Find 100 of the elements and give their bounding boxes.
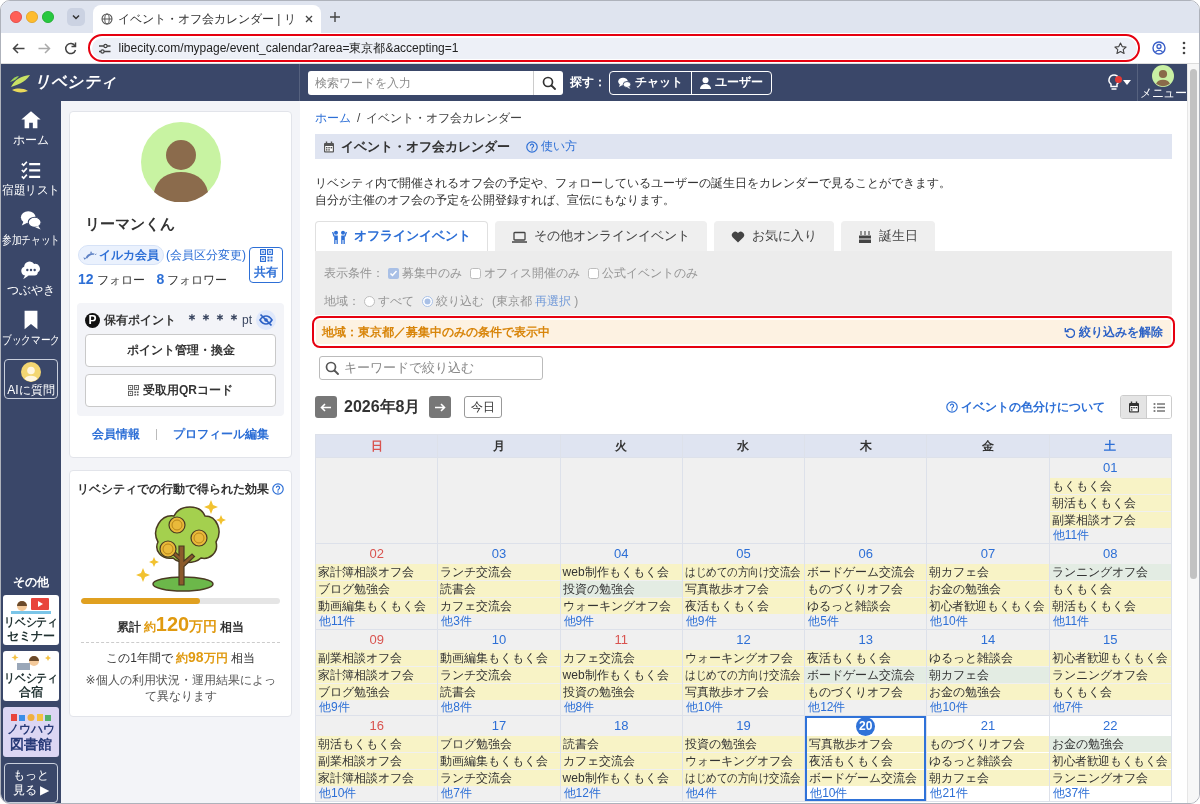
tab[interactable]: お気に入り — [714, 221, 834, 251]
ai-question-button[interactable]: AIに質問 — [4, 359, 58, 399]
more-events-link[interactable]: 他5件 — [805, 615, 927, 628]
more-events-link[interactable]: 他7件 — [1049, 701, 1171, 714]
event-item[interactable]: 朝カフェ会 — [927, 667, 1049, 683]
event-item[interactable]: 読書会 — [560, 736, 682, 752]
event-item[interactable]: ランチ交流会 — [438, 770, 560, 786]
window-close-icon[interactable] — [10, 11, 22, 23]
event-item[interactable]: カフェ交流会 — [438, 598, 560, 614]
event-item[interactable]: 投資の勉強会 — [682, 736, 805, 752]
nav-item[interactable]: 宿題リスト — [1, 157, 61, 207]
event-item[interactable]: ウォーキングオフ会 — [560, 598, 682, 614]
event-item[interactable]: 初心者歓迎もくもく会 — [1049, 650, 1171, 666]
event-item[interactable]: はじめての方向け交流会 — [682, 564, 805, 580]
prev-month-button[interactable] — [315, 396, 337, 418]
library-banner[interactable]: ノウハウ 図書館 — [3, 707, 59, 757]
user-search-button[interactable]: ユーザー — [691, 71, 771, 94]
event-item[interactable]: ランニングオフ会 — [1049, 667, 1171, 683]
nav-item[interactable]: ホーム — [1, 107, 61, 157]
member-info-link[interactable]: 会員情報 — [92, 426, 140, 442]
browser-tab[interactable]: イベント・オフ会カレンダー | リ — [93, 5, 321, 33]
event-item[interactable]: ブログ勉強会 — [438, 736, 560, 752]
event-item[interactable]: 夜活もくもく会 — [682, 598, 805, 614]
event-item[interactable]: お金の勉強会 — [927, 684, 1049, 700]
event-item[interactable]: カフェ交流会 — [560, 753, 682, 769]
chat-search-button[interactable]: チャット — [610, 71, 691, 94]
more-events-link[interactable]: 他7件 — [438, 787, 560, 800]
tab[interactable]: その他オンラインイベント — [495, 221, 707, 251]
event-item[interactable]: 家計簿相談オフ会 — [316, 667, 438, 683]
change-membership-link[interactable]: (会員区分変更) — [166, 246, 246, 264]
nav-item[interactable]: ブックマーク — [1, 307, 61, 357]
event-item[interactable]: 副業相談オフ会 — [316, 650, 438, 666]
share-button[interactable]: 共有 — [249, 247, 283, 283]
close-icon[interactable] — [303, 14, 314, 24]
more-events-link[interactable]: 他11件 — [1049, 615, 1171, 628]
search-field[interactable]: 検索ワードを入力 — [308, 70, 533, 95]
event-item[interactable]: ものづくりオフ会 — [805, 581, 927, 597]
tab[interactable]: 誕生日 — [841, 221, 935, 251]
event-item[interactable]: ゆるっと雑談会 — [927, 753, 1049, 769]
event-item[interactable]: ブログ勉強会 — [316, 581, 438, 597]
event-item[interactable]: ボードゲーム交流会 — [805, 564, 927, 580]
event-item[interactable]: web制作もくもく会 — [560, 564, 682, 580]
menu-button[interactable]: メニュー — [1140, 65, 1187, 100]
event-item[interactable]: もくもく会 — [1049, 581, 1171, 597]
event-item[interactable]: 家計簿相談オフ会 — [316, 564, 438, 580]
keyword-field[interactable]: キーワードで絞り込む — [319, 356, 543, 380]
event-item[interactable]: 動画編集もくもく会 — [316, 598, 438, 614]
event-item[interactable]: 投資の勉強会 — [560, 684, 682, 700]
event-item[interactable]: 読書会 — [438, 581, 560, 597]
more-events-link[interactable]: 他3件 — [438, 615, 560, 628]
help-icon[interactable] — [272, 483, 284, 495]
event-item[interactable]: 夜活もくもく会 — [807, 753, 925, 769]
more-events-link[interactable]: 他8件 — [438, 701, 560, 714]
caret-icon[interactable] — [1123, 80, 1131, 85]
nav-item[interactable]: 参加チャット — [1, 207, 61, 257]
event-item[interactable]: 朝活もくもく会 — [1049, 495, 1171, 511]
event-item[interactable]: 朝カフェ会 — [927, 564, 1049, 580]
search-button[interactable] — [533, 70, 563, 95]
color-legend-link[interactable]: イベントの色分けについて — [946, 398, 1105, 416]
list-view-button[interactable] — [1146, 396, 1171, 418]
star-icon[interactable] — [1113, 41, 1127, 55]
plus-icon[interactable] — [328, 11, 341, 23]
next-month-button[interactable] — [428, 396, 451, 418]
event-item[interactable]: 写真散歩オフ会 — [807, 736, 925, 752]
event-item[interactable]: お金の勉強会 — [1049, 736, 1171, 752]
more-events-link[interactable]: 他12件 — [560, 787, 682, 800]
event-item[interactable]: 朝活もくもく会 — [1049, 598, 1171, 614]
event-item[interactable]: 初心者歓迎もくもく会 — [1049, 753, 1171, 769]
event-item[interactable]: 初心者歓迎もくもく会 — [927, 598, 1049, 614]
event-item[interactable]: お金の勉強会 — [927, 581, 1049, 597]
event-item[interactable]: はじめての方向け交流会 — [682, 770, 805, 786]
more-events-link[interactable]: 他10件 — [927, 615, 1049, 628]
more-events-link[interactable]: 他11件 — [316, 615, 438, 628]
more-events-link[interactable]: 他11件 — [1049, 529, 1171, 542]
event-item[interactable]: 読書会 — [438, 684, 560, 700]
more-events-link[interactable]: 他10件 — [316, 787, 438, 800]
qr-code-button[interactable]: 受取用QRコード — [85, 374, 276, 407]
event-item[interactable]: web制作もくもく会 — [560, 667, 682, 683]
more-events-link[interactable]: 他10件 — [805, 787, 927, 800]
more-events-link[interactable]: 他4件 — [682, 787, 805, 800]
more-events-link[interactable]: 他8件 — [560, 701, 682, 714]
event-item[interactable]: 朝カフェ会 — [927, 770, 1049, 786]
event-item[interactable]: ボードゲーム交流会 — [805, 667, 927, 683]
more-icon[interactable] — [1182, 41, 1186, 55]
event-item[interactable]: 投資の勉強会 — [560, 581, 682, 597]
tab[interactable]: オフラインイベント — [315, 221, 488, 251]
more-events-link[interactable]: 他9件 — [560, 615, 682, 628]
event-item[interactable]: 副業相談オフ会 — [1049, 512, 1171, 528]
event-item[interactable]: 副業相談オフ会 — [316, 753, 438, 769]
eye-slash-icon[interactable] — [256, 310, 276, 330]
help-link[interactable]: 使い方 — [526, 138, 577, 155]
following-link[interactable]: 12 フォロー — [78, 271, 145, 288]
event-item[interactable]: もくもく会 — [1049, 684, 1171, 700]
address-bar[interactable]: libecity.com/mypage/event_calendar?area=東京都&accepting=1 — [91, 37, 1137, 59]
event-item[interactable]: 夜活もくもく会 — [805, 650, 927, 666]
more-events-link[interactable]: 他10件 — [682, 701, 805, 714]
breadcrumb-link[interactable]: ホーム — [315, 111, 351, 125]
account-icon[interactable] — [1152, 41, 1166, 55]
camp-banner[interactable]: リベシティ 合宿 — [3, 651, 59, 701]
event-item[interactable]: カフェ交流会 — [560, 650, 682, 666]
